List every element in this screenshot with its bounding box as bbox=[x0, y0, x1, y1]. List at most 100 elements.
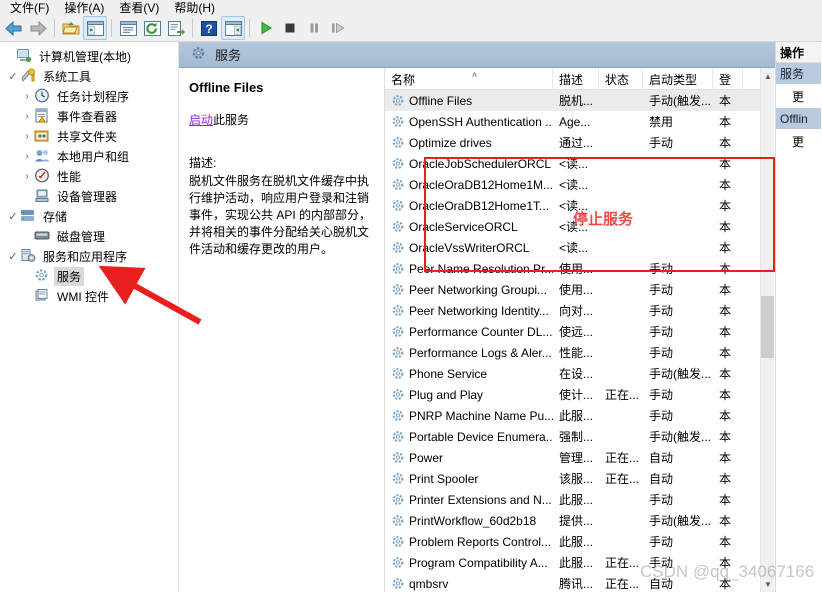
tree-expander[interactable]: ✓ bbox=[6, 210, 20, 223]
table-row[interactable]: Peer Networking Groupi... 使用... 手动 本 bbox=[385, 279, 760, 300]
pause-service-icon bbox=[302, 16, 326, 40]
table-row[interactable]: Optimize drives 通过... 手动 本 bbox=[385, 132, 760, 153]
table-row[interactable]: Peer Name Resolution Pr... 使用... 手动 本 bbox=[385, 258, 760, 279]
service-name-label: Peer Name Resolution Pr... bbox=[409, 261, 553, 276]
forward-arrow-icon[interactable] bbox=[26, 16, 50, 40]
service-name-label: Printer Extensions and N... bbox=[409, 492, 552, 507]
menu-item-view[interactable]: 查看(V) bbox=[113, 2, 168, 15]
table-row[interactable]: Phone Service 在设... 手动(触发... 本 bbox=[385, 363, 760, 384]
table-row[interactable]: OracleOraDB12Home1M... <读... 本 bbox=[385, 174, 760, 195]
menu-item-file[interactable]: 文件(F) bbox=[4, 2, 58, 15]
cell-description: 脱机... bbox=[559, 94, 594, 108]
table-row[interactable]: PNRP Machine Name Pu... 此服... 手动 本 bbox=[385, 405, 760, 426]
tree-item-services[interactable]: 服务 bbox=[0, 266, 178, 286]
actions-more-actions-offline-files[interactable]: 更 bbox=[776, 129, 821, 153]
tree-expander[interactable]: ✓ bbox=[6, 70, 20, 83]
tree-item-task-scheduler[interactable]: › 任务计划程序 bbox=[0, 86, 178, 106]
up-folder-icon[interactable] bbox=[59, 16, 83, 40]
console-tree-pane: 计算机管理(本地) ✓ 系统工具 › 任务计划程序 › 事件查看器 › 共享文件… bbox=[0, 42, 179, 592]
table-row[interactable]: OpenSSH Authentication ... Age... 禁用 本 bbox=[385, 111, 760, 132]
tree-expander[interactable]: › bbox=[20, 131, 34, 142]
table-row[interactable]: Program Compatibility A... 此服... 正在... 手动 本 bbox=[385, 552, 760, 573]
cell-startup-type: 手动 bbox=[649, 346, 674, 360]
table-row[interactable]: Portable Device Enumera... 强制... 手动(触发... 本 bbox=[385, 426, 760, 447]
column-header-log-on-as[interactable]: 登 bbox=[713, 68, 743, 90]
performance-icon bbox=[34, 168, 51, 184]
scroll-up-icon[interactable]: ▲ bbox=[761, 68, 774, 84]
column-header-status[interactable]: 状态 bbox=[599, 68, 643, 90]
tree-item-event-viewer[interactable]: › 事件查看器 bbox=[0, 106, 178, 126]
show-hide-tree-icon[interactable] bbox=[83, 16, 107, 40]
center-body: Offline Files 启动此服务 描述: 脱机文件服务在脱机文件缓存中执行… bbox=[179, 68, 775, 592]
scrollbar-thumb[interactable] bbox=[761, 296, 774, 358]
restart-service-icon bbox=[326, 16, 350, 40]
service-name-label: Power bbox=[409, 450, 444, 465]
table-row[interactable]: Performance Counter DL... 使远... 手动 本 bbox=[385, 321, 760, 342]
cell-log-on-as: 本 bbox=[719, 556, 732, 570]
cell-description: 此服... bbox=[559, 535, 594, 549]
shared-folder-icon bbox=[34, 128, 51, 144]
cell-service-name: Peer Networking Identity... bbox=[385, 304, 553, 318]
table-row[interactable]: Problem Reports Control... 此服... 手动 本 bbox=[385, 531, 760, 552]
start-service-icon[interactable] bbox=[254, 16, 278, 40]
tree-item-storage[interactable]: ✓ 存储 bbox=[0, 206, 178, 226]
service-name-label: PrintWorkflow_60d2b18 bbox=[409, 513, 537, 528]
column-header-name[interactable]: 名称 ˄ bbox=[385, 68, 553, 90]
table-row[interactable]: OracleVssWriterORCL <读... 本 bbox=[385, 237, 760, 258]
column-header-description[interactable]: 描述 bbox=[553, 68, 599, 90]
service-gear-icon bbox=[391, 94, 406, 108]
tree-item-computer-management[interactable]: 计算机管理(本地) bbox=[0, 46, 178, 66]
menu-item-action[interactable]: 操作(A) bbox=[58, 2, 113, 15]
toolbar: ? bbox=[0, 15, 822, 42]
scroll-down-icon[interactable]: ▼ bbox=[761, 576, 774, 592]
table-row[interactable]: OracleOraDB12Home1T... <读... 本 bbox=[385, 195, 760, 216]
start-service-link[interactable]: 启动 bbox=[189, 113, 213, 127]
tree-expander[interactable]: › bbox=[20, 91, 34, 102]
cell-log-on-as: 本 bbox=[719, 157, 732, 171]
cell-description: 使远... bbox=[559, 325, 594, 339]
table-row[interactable]: Offline Files 脱机... 手动(触发... 本 bbox=[385, 90, 760, 111]
tree-item-services-and-applications[interactable]: ✓ 服务和应用程序 bbox=[0, 246, 178, 266]
tree-item-device-manager[interactable]: 设备管理器 bbox=[0, 186, 178, 206]
actions-more-actions-services[interactable]: 更 bbox=[776, 84, 821, 108]
tree-item-shared-folders[interactable]: › 共享文件夹 bbox=[0, 126, 178, 146]
tree-item-disk-management[interactable]: 磁盘管理 bbox=[0, 226, 178, 246]
tree-expander[interactable]: › bbox=[20, 171, 34, 182]
table-row[interactable]: OracleJobSchedulerORCL <读... 本 bbox=[385, 153, 760, 174]
service-name-label: PNRP Machine Name Pu... bbox=[409, 408, 553, 423]
table-row[interactable]: Peer Networking Identity... 向对... 手动 本 bbox=[385, 300, 760, 321]
tree-item-wmi-control[interactable]: WMI 控件 bbox=[0, 286, 178, 306]
cell-service-name: Performance Logs & Aler... bbox=[385, 346, 553, 360]
service-gear-icon bbox=[391, 451, 406, 465]
table-row[interactable]: Print Spooler 该服... 正在... 自动 本 bbox=[385, 468, 760, 489]
table-row[interactable]: qmbsrv 腾讯... 正在... 自动 本 bbox=[385, 573, 760, 592]
cell-startup-type: 自动 bbox=[649, 451, 674, 465]
table-row[interactable]: PrintWorkflow_60d2b18 提供... 手动(触发... 本 bbox=[385, 510, 760, 531]
tree-item-performance[interactable]: › 性能 bbox=[0, 166, 178, 186]
export-list-icon[interactable] bbox=[164, 16, 188, 40]
cell-log-on-as: 本 bbox=[719, 367, 732, 381]
properties-icon[interactable] bbox=[116, 16, 140, 40]
tree-item-system-tools[interactable]: ✓ 系统工具 bbox=[0, 66, 178, 86]
description-text: 脱机文件服务在脱机文件缓存中执行维护活动，响应用户登录和注销事件，实现公共 AP… bbox=[189, 174, 372, 256]
tree-item-local-users-groups[interactable]: › 本地用户和组 bbox=[0, 146, 178, 166]
cell-startup-type: 禁用 bbox=[649, 115, 674, 129]
help-icon[interactable]: ? bbox=[197, 16, 221, 40]
tree-expander[interactable]: › bbox=[20, 151, 34, 162]
table-row[interactable]: Power 管理... 正在... 自动 本 bbox=[385, 447, 760, 468]
show-action-pane-icon[interactable] bbox=[221, 16, 245, 40]
list-vertical-scrollbar[interactable]: ▲ ▼ bbox=[760, 68, 774, 592]
cell-log-on-as: 本 bbox=[719, 199, 732, 213]
back-arrow-icon[interactable] bbox=[2, 16, 26, 40]
refresh-icon[interactable] bbox=[140, 16, 164, 40]
table-row[interactable]: Plug and Play 使计... 正在... 手动 本 bbox=[385, 384, 760, 405]
tree-expander[interactable]: ✓ bbox=[6, 250, 20, 263]
menu-item-help[interactable]: 帮助(H) bbox=[168, 2, 224, 15]
actions-pane: 操作 服务 更 Offlin 更 bbox=[775, 42, 821, 592]
table-row[interactable]: Performance Logs & Aler... 性能... 手动 本 bbox=[385, 342, 760, 363]
tree-expander[interactable]: › bbox=[20, 111, 34, 122]
column-header-startup-type[interactable]: 启动类型 bbox=[643, 68, 713, 90]
device-manager-icon bbox=[34, 188, 51, 204]
table-row[interactable]: OracleServiceORCL <读... 本 bbox=[385, 216, 760, 237]
table-row[interactable]: Printer Extensions and N... 此服... 手动 本 bbox=[385, 489, 760, 510]
